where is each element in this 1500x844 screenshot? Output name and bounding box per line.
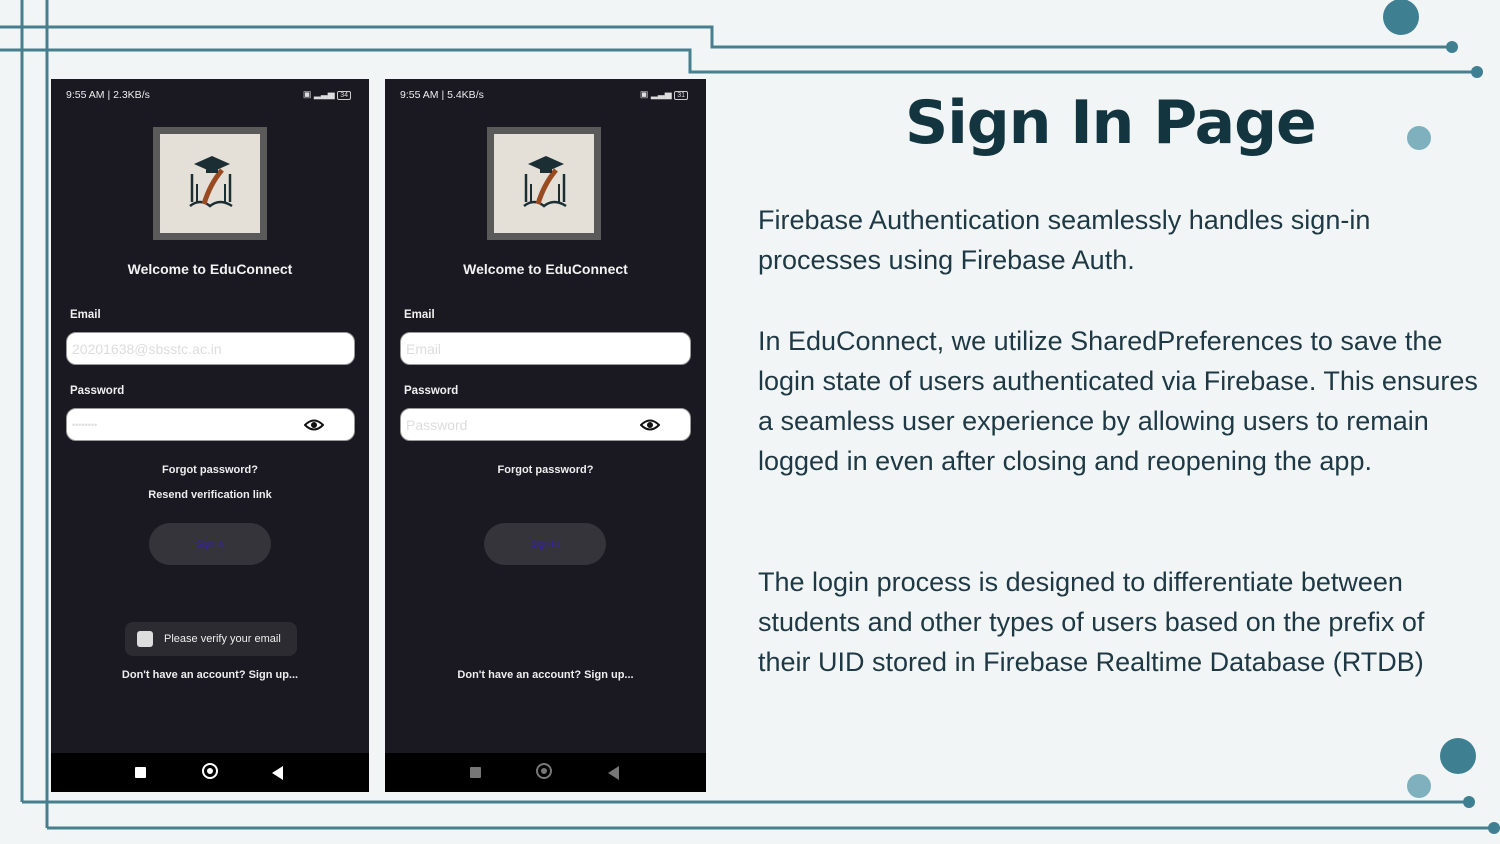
forgot-password-link[interactable]: Forgot password? <box>385 464 706 476</box>
android-nav-bar <box>51 753 369 792</box>
verify-email-toast: Please verify your email <box>125 622 297 656</box>
home-icon[interactable] <box>202 763 218 779</box>
phone-screenshot-2: 9:55 AM | 5.4KB/s ▣ ▂▃▅ 31 Welcome to Ed… <box>385 79 706 792</box>
signal-icon: ▂▃▅ <box>313 89 335 99</box>
password-field[interactable]: Password <box>400 408 691 441</box>
wifi-icon: ▣ <box>302 89 312 99</box>
password-value: •••••••• <box>72 420 98 430</box>
email-field[interactable]: Email <box>400 332 691 365</box>
welcome-heading: Welcome to EduConnect <box>463 261 628 277</box>
wifi-icon: ▣ <box>639 89 649 99</box>
eye-icon[interactable] <box>640 418 660 432</box>
phone-screenshot-1: 9:55 AM | 2.3KB/s ▣ ▂▃▅ 34 Welcome to Ed… <box>51 79 369 792</box>
battery-icon: 34 <box>337 91 351 100</box>
android-nav-bar <box>385 753 706 792</box>
email-field[interactable]: 20201638@sbsstc.ac.in <box>66 332 355 365</box>
forgot-password-link[interactable]: Forgot password? <box>51 464 369 476</box>
app-logo <box>153 127 267 240</box>
resend-verification-link[interactable]: Resend verification link <box>51 489 369 501</box>
email-label: Email <box>70 309 101 321</box>
email-value: 20201638@sbsstc.ac.in <box>72 341 222 357</box>
slide-title: Sign In Page <box>905 88 1317 158</box>
paragraph-firebase-auth: Firebase Authentication seamlessly handl… <box>758 205 1371 275</box>
eye-icon[interactable] <box>304 418 324 432</box>
logo-icon <box>523 156 567 208</box>
recent-apps-icon[interactable] <box>470 767 481 778</box>
signup-link[interactable]: Don't have an account? Sign up... <box>51 669 369 681</box>
email-placeholder: Email <box>406 341 442 357</box>
password-label: Password <box>70 385 125 397</box>
signup-link[interactable]: Don't have an account? Sign up... <box>385 669 706 681</box>
password-placeholder: Password <box>406 417 468 433</box>
password-field[interactable]: •••••••• <box>66 408 355 441</box>
back-icon[interactable] <box>272 766 283 780</box>
logo-icon <box>189 156 233 208</box>
battery-icon: 31 <box>674 91 688 100</box>
paragraph-shared-preferences: In EduConnect, we utilize SharedPreferen… <box>758 326 1478 476</box>
home-icon[interactable] <box>536 763 552 779</box>
welcome-heading: Welcome to EduConnect <box>127 261 293 277</box>
status-bar-time: 9:55 AM | 5.4KB/s <box>400 89 484 101</box>
back-icon[interactable] <box>608 766 619 780</box>
status-bar-icons: ▣ ▂▃▅ 34 <box>303 89 351 100</box>
sign-in-button[interactable]: Sign In <box>149 523 271 565</box>
paragraph-uid-prefix: The login process is designed to differe… <box>758 567 1425 677</box>
status-bar-icons: ▣ ▂▃▅ 31 <box>640 89 688 100</box>
toast-message: Please verify your email <box>164 633 281 645</box>
sign-in-button[interactable]: Sign In <box>484 523 606 565</box>
email-label: Email <box>404 309 435 321</box>
password-label: Password <box>404 385 459 397</box>
toast-app-icon <box>137 631 153 647</box>
app-logo <box>487 127 601 240</box>
recent-apps-icon[interactable] <box>135 767 146 778</box>
signal-icon: ▂▃▅ <box>650 89 672 99</box>
status-bar-time: 9:55 AM | 2.3KB/s <box>66 89 150 101</box>
